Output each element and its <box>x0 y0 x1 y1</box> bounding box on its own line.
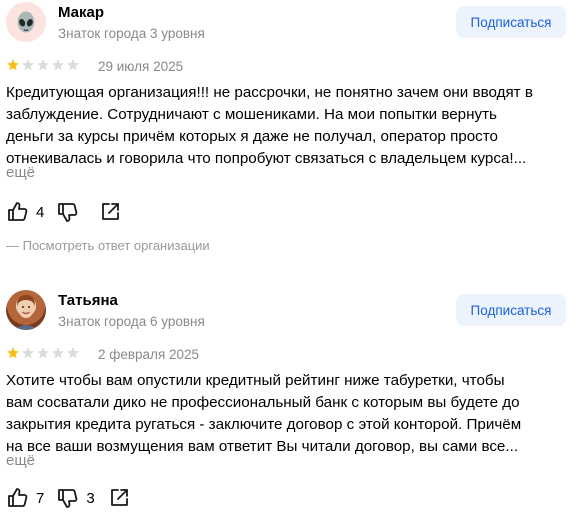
star-icon <box>37 347 49 359</box>
dislike-button[interactable] <box>56 200 86 224</box>
review-text-line: деньги за курсы причём которых я даже не… <box>6 128 499 145</box>
review-text: Хотите чтобы вам опустили кредитный рейт… <box>6 370 578 458</box>
dislike-count: 3 <box>86 489 95 507</box>
avatar[interactable] <box>6 290 46 330</box>
star-icon <box>67 347 79 359</box>
review-actions: 4 <box>6 200 134 224</box>
review-text-line: вам сосватали дико не профессиональный б… <box>6 394 520 411</box>
star-icon <box>22 59 34 71</box>
review-date: 2 февраля 2025 <box>98 347 200 362</box>
author-level: Знаток города 3 уровня <box>58 26 205 41</box>
subscribe-button[interactable]: Подписаться <box>456 6 566 38</box>
user-photo <box>14 295 38 330</box>
author-name[interactable]: Макар <box>58 4 104 21</box>
thumbs-up-icon <box>8 488 28 507</box>
subscribe-button[interactable]: Подписаться <box>456 294 566 326</box>
star-icon <box>22 347 34 359</box>
thumbs-up-icon <box>8 202 28 221</box>
like-button[interactable]: 7 <box>6 486 44 510</box>
star-icon <box>52 347 64 359</box>
review-text-line: на все ваши возмущения вам ответит Вы чи… <box>6 438 519 455</box>
star-icon <box>7 347 19 359</box>
alien-icon <box>17 11 35 33</box>
review-actions: 7 3 <box>6 486 143 510</box>
rating-stars <box>6 58 80 72</box>
like-count: 7 <box>36 489 45 507</box>
show-more-link[interactable]: ещё <box>6 452 35 469</box>
review-text-line: Хотите чтобы вам опустили кредитный рейт… <box>6 372 505 389</box>
review-text-line: заблуждение. Сотрудничают с мошениками. … <box>6 106 497 123</box>
share-icon <box>102 203 120 220</box>
share-button[interactable] <box>98 200 122 224</box>
thumbs-down-icon <box>58 489 78 508</box>
review-text-line: Кредитующая организация!!! не рассрочки,… <box>6 84 533 101</box>
like-count: 4 <box>36 203 45 221</box>
star-icon <box>52 59 64 71</box>
view-org-answer-link[interactable]: — Посмотреть ответ организации <box>6 238 210 253</box>
author-level: Знаток города 6 уровня <box>58 314 205 329</box>
show-more-link[interactable]: ещё <box>6 164 35 181</box>
review-text-line: закрытия кредита ругаться - заключите до… <box>6 416 522 433</box>
like-button[interactable]: 4 <box>6 200 44 224</box>
thumbs-down-icon <box>58 203 78 222</box>
rating-stars <box>6 346 80 360</box>
avatar[interactable] <box>6 2 46 42</box>
share-button[interactable] <box>107 486 131 510</box>
review-text-line: отнекивалась и говорила что попробуют св… <box>6 150 527 167</box>
dislike-button[interactable]: 3 <box>56 486 95 510</box>
review-date: 29 июля 2025 <box>98 59 184 74</box>
star-icon <box>67 59 79 71</box>
share-icon <box>110 489 128 506</box>
star-icon <box>7 59 19 71</box>
review-text: Кредитующая организация!!! не рассрочки,… <box>6 82 578 170</box>
star-icon <box>37 59 49 71</box>
author-name[interactable]: Татьяна <box>58 292 118 309</box>
